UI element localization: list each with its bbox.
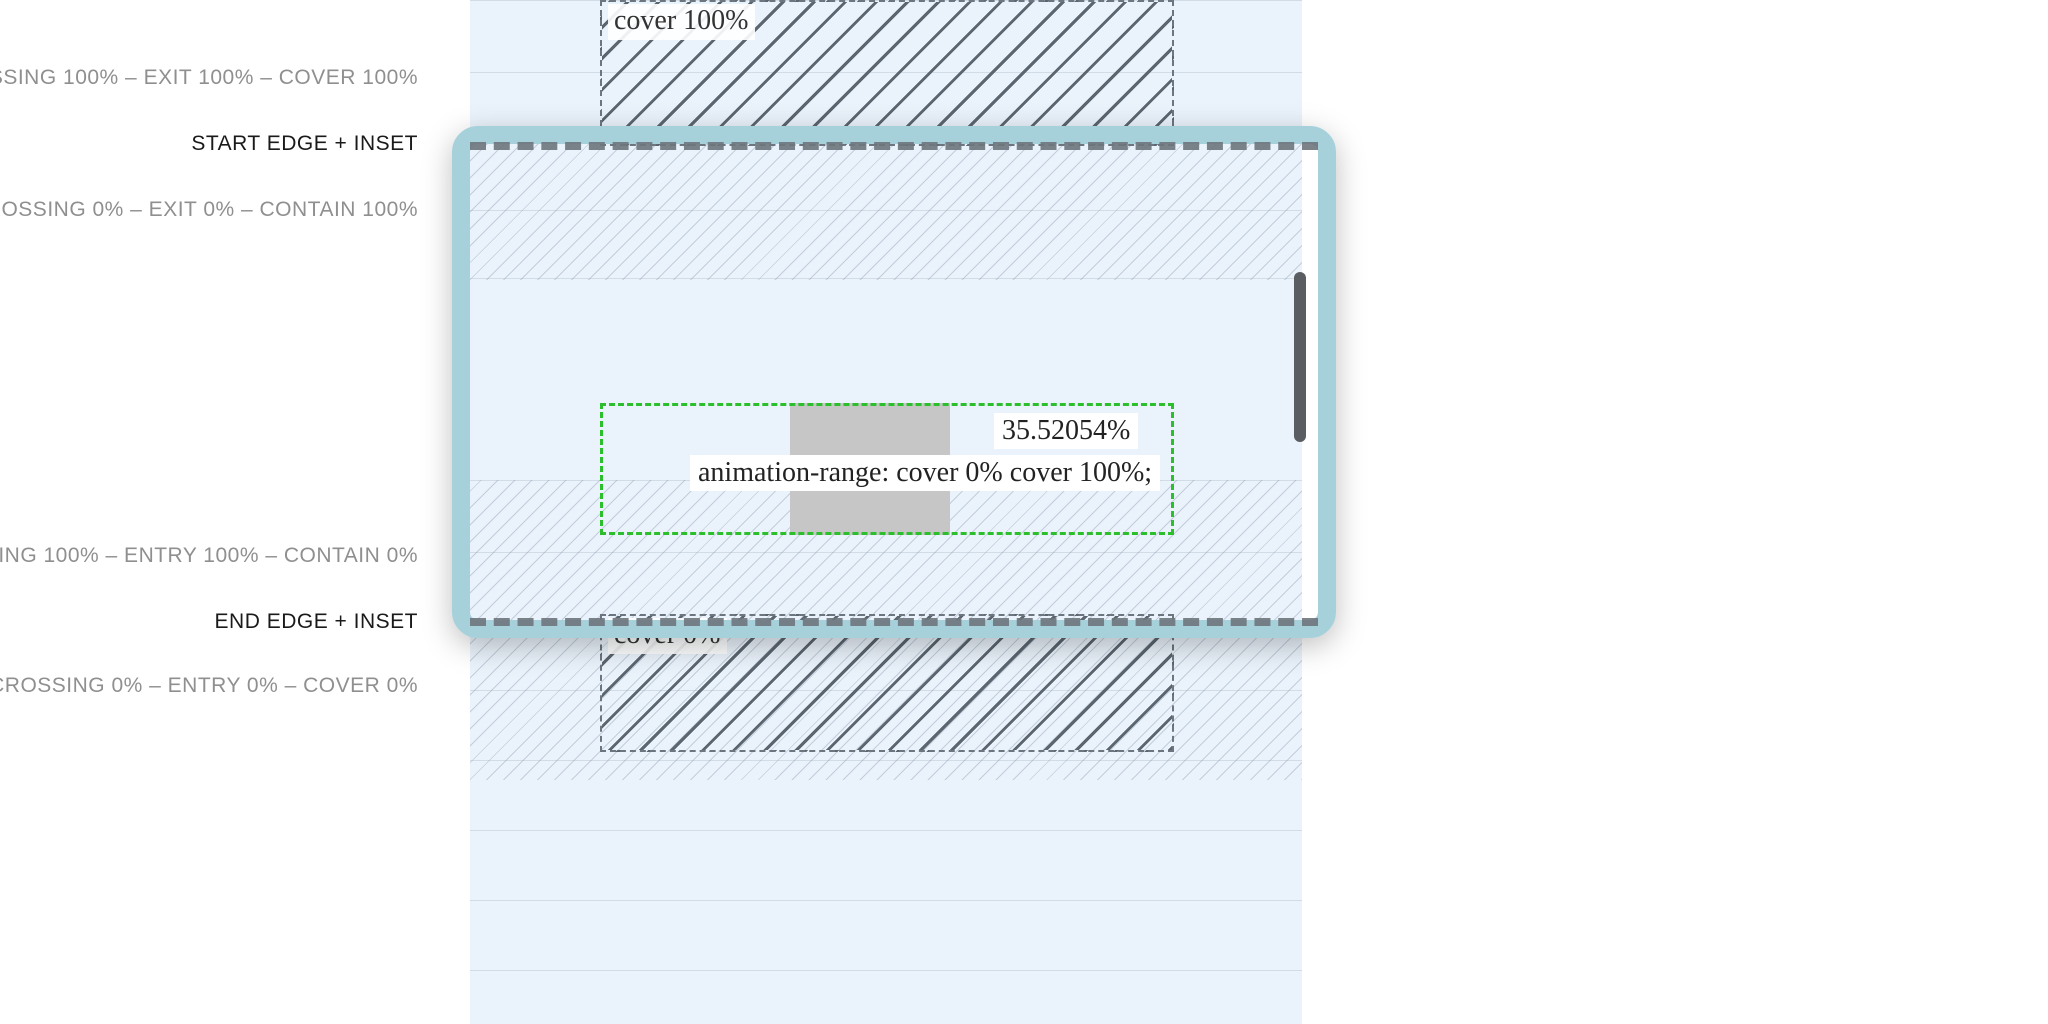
end-edge-inset-line	[470, 618, 1318, 626]
grid-line	[470, 830, 1302, 831]
grid-line	[470, 900, 1302, 901]
label-end-edge-inset: END EDGE + INSET	[215, 610, 418, 634]
label-exit-crossing-100: EXIT-CROSSING 100% – EXIT 100% – COVER 1…	[0, 66, 418, 90]
grid-line	[470, 970, 1302, 971]
subject-css-declaration: animation-range: cover 0% cover 100%;	[690, 455, 1160, 491]
diagram-stage: cover 100% cover 0% 35.52054% animation-…	[0, 0, 2048, 1024]
range-zone-label: cover 100%	[608, 4, 755, 40]
label-exit-crossing-0: EXIT-CROSSING 0% – EXIT 0% – CONTAIN 100…	[0, 198, 418, 222]
start-edge-inset-line	[470, 142, 1318, 150]
label-entry-crossing-0: ENTRY-CROSSING 0% – ENTRY 0% – COVER 0%	[0, 674, 418, 698]
label-entry-crossing-100: ENTRY-CROSSING 100% – ENTRY 100% – CONTA…	[0, 544, 418, 568]
subject-progress-value: 35.52054%	[994, 413, 1138, 449]
scrollport-frame	[452, 126, 1336, 638]
label-start-edge-inset: START EDGE + INSET	[191, 132, 418, 156]
scrollbar-thumb[interactable]	[1294, 272, 1306, 442]
range-zone-cover-100: cover 100%	[600, 0, 1174, 146]
